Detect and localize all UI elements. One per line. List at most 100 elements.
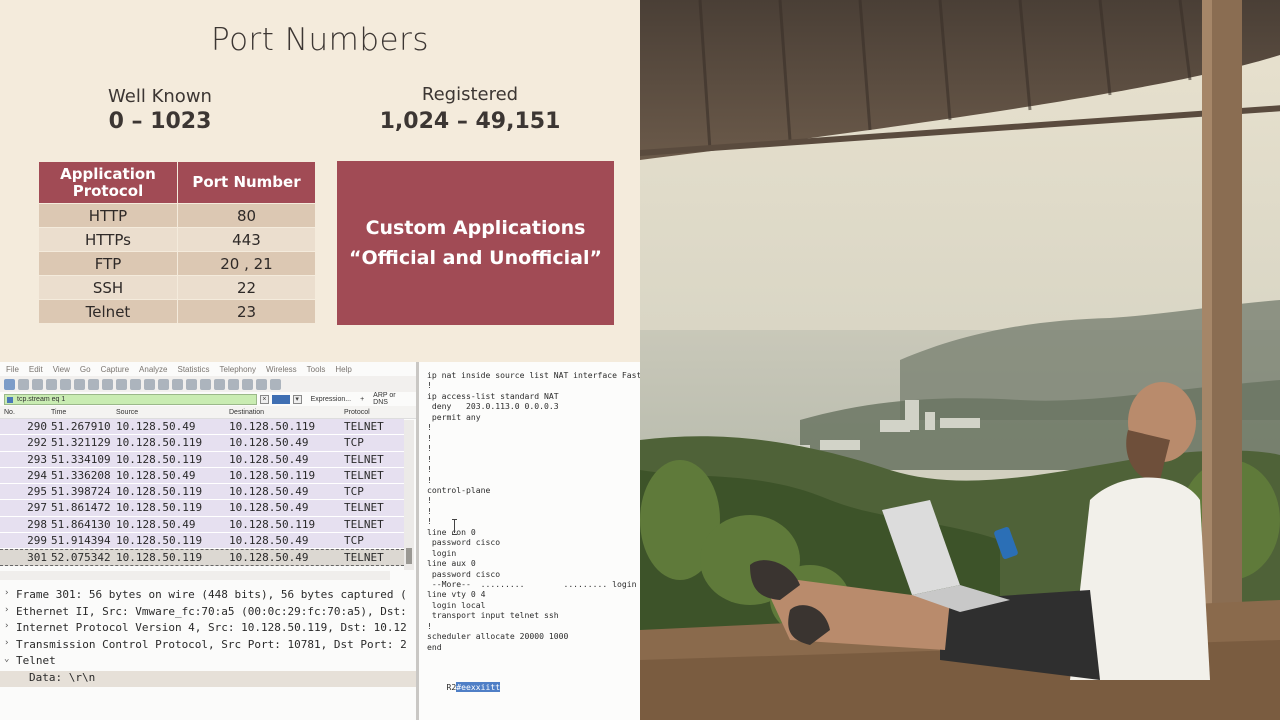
open-file-icon[interactable] xyxy=(60,378,71,390)
column-destination[interactable]: Destination xyxy=(229,409,264,416)
go-forward-icon[interactable] xyxy=(144,378,155,390)
reload-icon[interactable] xyxy=(102,378,113,390)
display-filter-input[interactable]: tcp.stream eq 1 xyxy=(4,393,257,405)
packet-destination: 10.128.50.49 xyxy=(229,485,309,499)
terminal-line: password cisco xyxy=(427,568,501,579)
table-row[interactable]: 290 51.267910 10.128.50.49 10.128.50.119… xyxy=(0,419,404,436)
detail-tcp[interactable]: › Transmission Control Protocol, Src Por… xyxy=(0,638,416,655)
column-source[interactable]: Source xyxy=(116,409,138,416)
scrollbar-thumb[interactable] xyxy=(406,548,412,564)
stop-capture-icon[interactable] xyxy=(18,378,29,390)
menu-help[interactable]: Help xyxy=(335,365,351,374)
packet-no: 292 xyxy=(27,436,47,450)
table-row: HTTP 80 xyxy=(38,203,316,228)
menu-tools[interactable]: Tools xyxy=(307,365,326,374)
menu-telephony[interactable]: Telephony xyxy=(220,365,256,374)
menu-statistics[interactable]: Statistics xyxy=(178,365,210,374)
go-back-icon[interactable] xyxy=(130,378,141,390)
apply-filter-icon[interactable] xyxy=(271,394,290,404)
menu-go[interactable]: Go xyxy=(80,365,91,374)
capture-options-icon[interactable] xyxy=(46,378,57,390)
expand-icon[interactable]: › xyxy=(4,638,14,648)
close-file-icon[interactable] xyxy=(88,378,99,390)
terminal-line: ip nat inside source list NAT interface … xyxy=(427,370,640,380)
find-packet-icon[interactable] xyxy=(116,378,127,390)
colorize-icon[interactable] xyxy=(214,378,225,390)
terminal-line: ! xyxy=(427,495,432,506)
clear-filter-icon[interactable]: × xyxy=(259,394,269,404)
table-row-selected[interactable]: 301 52.075342 10.128.50.119 10.128.50.49… xyxy=(0,549,404,566)
table-row[interactable]: 299 51.914394 10.128.50.119 10.128.50.49… xyxy=(0,533,404,550)
add-filter-button[interactable]: + xyxy=(360,396,364,403)
terminal-line: ! xyxy=(427,474,432,485)
packet-no: 290 xyxy=(27,420,47,433)
detail-ethernet[interactable]: › Ethernet II, Src: Vmware_fc:70:a5 (00:… xyxy=(0,605,416,622)
menu-wireless[interactable]: Wireless xyxy=(266,365,297,374)
detail-ipv4[interactable]: › Internet Protocol Version 4, Src: 10.1… xyxy=(0,621,416,638)
save-file-icon[interactable] xyxy=(74,378,85,390)
packet-protocol: TELNET xyxy=(344,420,384,433)
expand-icon[interactable]: › xyxy=(4,621,14,631)
terminal-window[interactable]: ip nat inside source list NAT interface … xyxy=(416,362,640,720)
packet-list-scrollbar[interactable] xyxy=(404,420,414,570)
column-protocol[interactable]: Protocol xyxy=(344,409,370,416)
table-row[interactable]: 295 51.398724 10.128.50.119 10.128.50.49… xyxy=(0,484,404,501)
custom-applications-box: Custom Applications “Official and Unoffi… xyxy=(337,161,614,325)
normal-size-icon[interactable] xyxy=(256,378,267,390)
terminal-line: ! xyxy=(427,443,432,454)
packet-list-hscrollbar[interactable] xyxy=(0,571,390,580)
menu-analyze[interactable]: Analyze xyxy=(139,365,167,374)
protocol-cell: HTTPs xyxy=(38,227,178,252)
start-capture-icon[interactable] xyxy=(4,378,15,390)
port-cell: 20 , 21 xyxy=(177,251,316,276)
menu-file[interactable]: File xyxy=(6,365,19,374)
slide-panel: Port Numbers Well Known 0 – 1023 Registe… xyxy=(0,0,640,362)
terminal-prompt-line[interactable]: R2#eexxiitt xyxy=(427,672,501,702)
zoom-out-icon[interactable] xyxy=(242,378,253,390)
packet-source: 10.128.50.119 xyxy=(116,551,203,565)
terminal-line: permit any xyxy=(427,411,481,422)
bookmark-icon[interactable] xyxy=(7,396,13,403)
resize-columns-icon[interactable] xyxy=(270,378,281,390)
arp-dns-filter-button[interactable]: ARP or DNS xyxy=(373,392,412,406)
packet-destination: 10.128.50.49 xyxy=(229,436,309,450)
packet-no: 301 xyxy=(27,551,47,565)
menu-edit[interactable]: Edit xyxy=(29,365,43,374)
first-packet-icon[interactable] xyxy=(172,378,183,390)
detail-telnet-data[interactable]: Data: \r\n xyxy=(0,670,416,687)
text-cursor-icon xyxy=(452,519,457,535)
expand-icon[interactable]: › xyxy=(4,605,14,615)
terminal-line: ! xyxy=(427,464,432,475)
table-row[interactable]: 292 51.321129 10.128.50.119 10.128.50.49… xyxy=(0,435,404,452)
zoom-in-icon[interactable] xyxy=(228,378,239,390)
autoscroll-icon[interactable] xyxy=(200,378,211,390)
detail-telnet[interactable]: ⌄ Telnet xyxy=(0,654,416,671)
collapse-icon[interactable]: ⌄ xyxy=(4,654,14,664)
expression-button[interactable]: Expression... xyxy=(311,396,351,403)
table-row[interactable]: 293 51.334109 10.128.50.119 10.128.50.49… xyxy=(0,451,404,468)
detail-frame[interactable]: › Frame 301: 56 bytes on wire (448 bits)… xyxy=(0,588,416,605)
packet-protocol: TELNET xyxy=(344,501,384,515)
terminal-line: ! xyxy=(427,620,432,631)
terminal-line: ! xyxy=(427,516,432,527)
filter-dropdown-icon[interactable]: ▾ xyxy=(292,394,302,404)
menu-capture[interactable]: Capture xyxy=(101,365,129,374)
table-row[interactable]: 294 51.336208 10.128.50.49 10.128.50.119… xyxy=(0,467,404,485)
table-row[interactable]: 298 51.864130 10.128.50.49 10.128.50.119… xyxy=(0,516,404,534)
column-no[interactable]: No. xyxy=(4,409,15,416)
packet-no: 297 xyxy=(27,501,47,515)
restart-capture-icon[interactable] xyxy=(32,378,43,390)
slide-title: Port Numbers xyxy=(211,22,429,58)
packet-no: 293 xyxy=(27,452,47,466)
main-toolbar xyxy=(0,376,416,392)
menu-view[interactable]: View xyxy=(53,365,70,374)
go-to-packet-icon[interactable] xyxy=(158,378,169,390)
table-row[interactable]: 297 51.861472 10.128.50.119 10.128.50.49… xyxy=(0,500,404,517)
wireshark-window: File Edit View Go Capture Analyze Statis… xyxy=(0,362,416,720)
display-filter-bar: tcp.stream eq 1 × ▾ Expression... + ARP … xyxy=(0,392,416,406)
expand-icon[interactable]: › xyxy=(4,588,14,598)
packet-protocol: TCP xyxy=(344,534,364,548)
last-packet-icon[interactable] xyxy=(186,378,197,390)
packet-time: 51.914394 xyxy=(51,534,111,548)
column-time[interactable]: Time xyxy=(51,409,66,416)
